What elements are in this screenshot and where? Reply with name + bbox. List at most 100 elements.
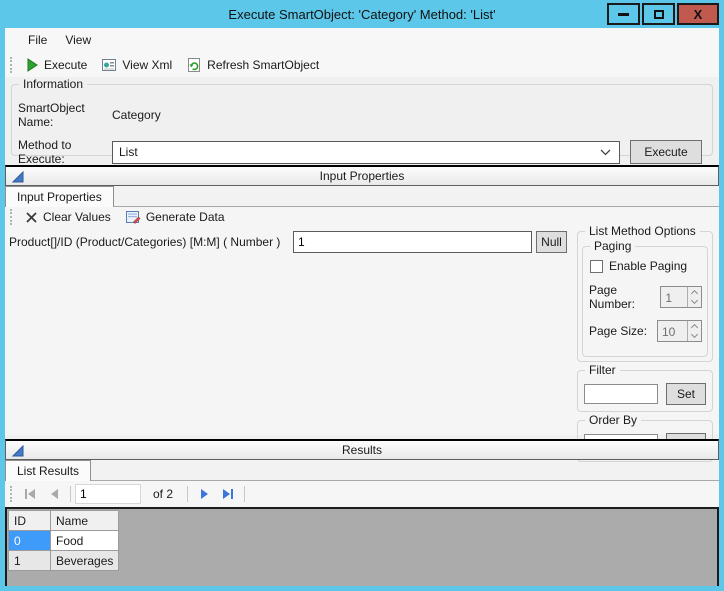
input-properties-panel-header[interactable]: Input Properties <box>5 165 719 186</box>
close-icon: X <box>694 7 703 22</box>
play-icon <box>25 58 39 72</box>
product-id-field-label: Product[]/ID (Product/Categories) [M:M] … <box>9 231 293 249</box>
grid-header-row: ID Name <box>9 511 119 531</box>
page-number-up-button[interactable] <box>688 287 701 297</box>
clear-x-icon <box>25 211 38 224</box>
chevron-down-icon <box>691 331 698 338</box>
minimize-icon <box>618 13 629 16</box>
results-grid: ID Name 0 Food 1 Beverages <box>8 510 119 571</box>
clear-values-label: Clear Values <box>43 210 111 224</box>
null-button[interactable]: Null <box>536 231 567 253</box>
page-count-label: of 2 <box>153 487 173 501</box>
next-page-icon <box>199 489 209 499</box>
information-group: Information SmartObject Name: Category M… <box>11 84 713 156</box>
menu-file[interactable]: File <box>19 30 56 50</box>
filter-input[interactable] <box>584 384 658 404</box>
filter-row: Set <box>584 383 706 405</box>
page-size-up-button[interactable] <box>688 321 701 331</box>
maximize-icon <box>654 10 664 19</box>
pager-separator <box>244 486 245 502</box>
pager-grip[interactable] <box>10 486 13 502</box>
input-properties-panel-title: Input Properties <box>320 169 405 183</box>
grid-cell-id[interactable]: 0 <box>9 531 51 551</box>
enable-paging-checkbox[interactable] <box>590 260 603 273</box>
tab-list-results[interactable]: List Results <box>5 460 91 481</box>
product-id-input[interactable] <box>293 231 532 253</box>
results-panel-title: Results <box>342 443 382 457</box>
page-number-value: 1 <box>661 287 687 307</box>
filter-group: Filter Set <box>577 370 713 412</box>
results-grid-area: ID Name 0 Food 1 Beverages <box>5 507 719 586</box>
results-pager: of 2 <box>5 481 719 507</box>
grid-cell-id[interactable]: 1 <box>9 551 51 571</box>
view-xml-button[interactable]: View Xml <box>94 55 179 75</box>
first-page-icon <box>24 489 36 499</box>
page-size-spin-buttons <box>687 321 701 341</box>
grid-header-id[interactable]: ID <box>9 511 51 531</box>
information-group-label: Information <box>19 77 87 91</box>
enable-paging-row: Enable Paging <box>590 259 702 273</box>
current-page-input[interactable] <box>75 484 141 504</box>
page-number-spin-buttons <box>687 287 701 307</box>
pager-separator <box>70 486 71 502</box>
refresh-smartobject-label: Refresh SmartObject <box>207 58 319 72</box>
refresh-smartobject-button[interactable]: Refresh SmartObject <box>179 55 326 75</box>
method-combobox[interactable]: List <box>112 141 620 164</box>
page-size-value: 10 <box>658 321 687 341</box>
minimize-button[interactable] <box>607 3 640 25</box>
page-size-spinner[interactable]: 10 <box>657 320 702 342</box>
enable-paging-label: Enable Paging <box>609 259 687 273</box>
generate-data-icon <box>125 209 141 225</box>
paging-group: Paging Enable Paging Page Number: 1 <box>582 246 708 357</box>
grid-row: 1 Beverages <box>9 551 119 571</box>
generate-data-label: Generate Data <box>146 210 225 224</box>
execute-toolbar-label: Execute <box>44 58 87 72</box>
xml-document-icon <box>101 57 117 73</box>
close-button[interactable]: X <box>677 3 719 25</box>
menu-view[interactable]: View <box>56 30 100 50</box>
results-tabstrip: List Results <box>5 460 719 481</box>
maximize-button[interactable] <box>642 3 675 25</box>
first-page-button[interactable] <box>18 484 42 504</box>
collapse-triangle-icon[interactable] <box>12 445 24 457</box>
titlebar: Execute SmartObject: 'Category' Method: … <box>0 0 724 28</box>
previous-page-icon <box>49 489 59 499</box>
input-properties-page: Clear Values Generate Data Product[]/ID … <box>5 207 719 435</box>
page-number-down-button[interactable] <box>688 297 701 307</box>
collapse-triangle-icon[interactable] <box>12 171 24 183</box>
input-toolbar-grip[interactable] <box>10 209 13 225</box>
results-panel-header[interactable]: Results <box>5 439 719 460</box>
last-page-button[interactable] <box>216 484 240 504</box>
chevron-down-icon <box>600 149 611 156</box>
smartobject-name-row: SmartObject Name: Category <box>18 101 702 129</box>
previous-page-button[interactable] <box>42 484 66 504</box>
main-toolbar: Execute View Xml Refresh SmartOb <box>5 52 719 77</box>
clear-values-button[interactable]: Clear Values <box>18 208 118 226</box>
page-number-spinner[interactable]: 1 <box>660 286 702 308</box>
method-to-execute-label: Method to Execute: <box>18 138 104 166</box>
grid-cell-name[interactable]: Beverages <box>51 551 119 571</box>
tab-input-properties[interactable]: Input Properties <box>5 186 114 207</box>
refresh-icon <box>186 57 202 73</box>
smartobject-name-value: Category <box>104 108 161 122</box>
view-xml-label: View Xml <box>122 58 172 72</box>
window-content: File View Execute View Xml <box>5 28 719 586</box>
last-page-icon <box>222 489 234 499</box>
toolbar-grip[interactable] <box>10 57 13 73</box>
method-row: Method to Execute: List Execute <box>18 138 702 166</box>
grid-cell-name[interactable]: Food <box>51 531 119 551</box>
page-size-down-button[interactable] <box>688 331 701 341</box>
list-method-options-column: List Method Options Paging Enable Paging… <box>577 231 713 462</box>
next-page-button[interactable] <box>192 484 216 504</box>
filter-set-button[interactable]: Set <box>666 383 706 405</box>
execute-toolbar-button[interactable]: Execute <box>18 56 94 74</box>
page-number-row: Page Number: 1 <box>589 283 702 311</box>
page-size-row: Page Size: 10 <box>589 320 702 342</box>
window-controls: X <box>607 3 719 25</box>
input-properties-tabstrip: Input Properties <box>5 186 719 207</box>
grid-header-name[interactable]: Name <box>51 511 119 531</box>
generate-data-button[interactable]: Generate Data <box>118 207 232 227</box>
smartobject-name-label: SmartObject Name: <box>18 101 104 129</box>
grid-row: 0 Food <box>9 531 119 551</box>
execute-method-button[interactable]: Execute <box>630 140 702 164</box>
